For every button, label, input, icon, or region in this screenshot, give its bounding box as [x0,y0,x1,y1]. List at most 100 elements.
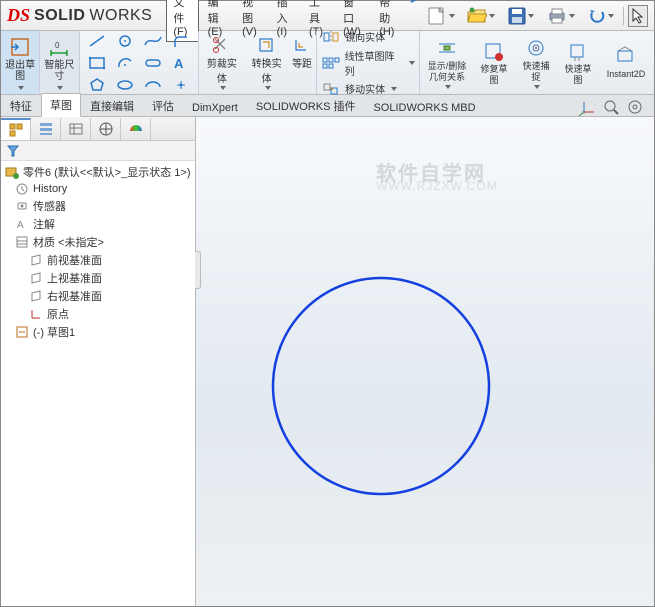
ribbon-pattern[interactable]: 线性草图阵列 [321,48,415,78]
ribbon-instant2d[interactable]: Instant2D [602,33,650,92]
partial-ellipse-icon [143,77,163,93]
tree-root[interactable]: 零件6 (默认<<默认>_显示状态 1>) [5,163,191,181]
plane-icon [29,271,43,285]
tree-history[interactable]: History [5,181,191,197]
view-zoom-icon[interactable] [602,98,620,116]
part-icon [5,165,19,179]
tool-point[interactable] [168,75,194,95]
convert-icon [257,36,277,54]
mirror-icon [321,28,341,46]
rect-icon [87,55,107,71]
ribbon-offset[interactable]: 等距 [292,36,312,90]
smart-dim-icon: 0 [48,36,70,58]
svg-text:0: 0 [55,41,60,50]
ribbon-snap[interactable]: 快速捕捉 [518,33,554,92]
tree-filter[interactable] [1,141,195,161]
graphics-area[interactable]: 软件自学网 WWW.RJZXW.COM [196,117,654,606]
tab-sw-mbd[interactable]: SOLIDWORKS MBD [364,98,484,117]
qat-save[interactable] [503,5,539,27]
tree-annotations[interactable]: A注解 [5,215,191,233]
ribbon-trim[interactable]: 剪裁实体 [203,36,242,90]
quick-access [423,5,654,27]
tab-sketch[interactable]: 草图 [41,93,81,117]
tab-dimxpert[interactable]: DimXpert [183,98,247,117]
sketch-canvas [196,117,655,607]
side-tab-config[interactable] [61,118,91,140]
qat-new[interactable] [423,5,459,27]
tool-spline[interactable] [140,31,166,51]
brand: DS SOLIDWORKS [1,5,158,26]
feature-tree[interactable]: 零件6 (默认<<默认>_显示状态 1>) History 传感器 A注解 材质… [1,161,195,606]
ribbon-exit-sketch[interactable]: 退出草图 [1,31,40,94]
qat-open[interactable] [463,5,499,27]
qat-separator [623,7,624,25]
tool-polygon[interactable] [84,75,110,95]
tree-plane-top[interactable]: 上视基准面 [5,269,191,287]
tree-tab-icon [8,122,24,138]
plane-icon [29,289,43,303]
tool-slot[interactable] [140,53,166,73]
origin-icon [29,307,43,321]
tool-line[interactable] [84,31,110,51]
brand-works: WORKS [89,7,152,25]
ribbon-far-right: 显示/删除几何关系 修复草图 快速捕捉 快速草图 Instant2D [420,31,654,94]
trim-icon [212,36,232,54]
tool-fillet[interactable] [168,31,194,51]
side-tab-props[interactable] [31,118,61,140]
tool-partial-ellipse[interactable] [140,75,166,95]
save-icon [508,7,526,25]
brand-logo-ds: DS [7,5,30,26]
plane-icon [29,253,43,267]
tree-origin[interactable]: 原点 [5,305,191,323]
ribbon: 退出草图 0 智能尺寸 A [1,31,654,95]
tree-plane-right[interactable]: 右视基准面 [5,287,191,305]
tab-features[interactable]: 特征 [1,94,41,117]
tool-text[interactable]: A [168,53,194,73]
ribbon-smart-dim[interactable]: 0 智能尺寸 [40,31,79,94]
print-icon [547,7,567,25]
funnel-icon [7,145,19,157]
ribbon-convert[interactable]: 转换实体 [247,36,286,90]
side-tabs [1,117,195,141]
config-tab-icon [68,121,84,137]
tool-rect[interactable] [84,53,110,73]
tab-direct-edit[interactable]: 直接编辑 [81,94,143,117]
ribbon-mirror[interactable]: 镜向实体 [321,28,415,46]
view-triad-icon[interactable] [578,98,596,116]
side-tab-tree[interactable] [1,118,31,140]
title-bar: DS SOLIDWORKS 文件(F) 编辑(E) 视图(V) 插入(I) 工具… [1,1,654,31]
tool-circle[interactable] [112,31,138,51]
qat-select[interactable] [628,5,648,27]
tool-ellipse[interactable] [112,75,138,95]
qat-undo[interactable] [583,5,619,27]
tool-arc[interactable] [112,53,138,73]
side-tab-appear[interactable] [121,118,151,140]
tree-sensors[interactable]: 传感器 [5,197,191,215]
tab-sw-addins[interactable]: SOLIDWORKS 插件 [247,94,365,117]
open-folder-icon [467,7,487,25]
panel-splitter[interactable] [195,251,201,289]
tab-evaluate[interactable]: 评估 [143,94,183,117]
ribbon-relations[interactable]: 显示/删除几何关系 [424,33,470,92]
tree-plane-front[interactable]: 前视基准面 [5,251,191,269]
repair-icon [483,40,505,62]
app-window: DS SOLIDWORKS 文件(F) 编辑(E) 视图(V) 插入(I) 工具… [0,0,655,607]
sketch-tools: A [80,31,199,94]
line-icon [87,33,107,49]
exit-sketch-icon [9,36,31,58]
arc-icon [115,55,135,71]
tree-sketch1[interactable]: (-) 草图1 [5,323,191,341]
ribbon-repair[interactable]: 修复草图 [476,33,512,92]
props-tab-icon [38,121,54,137]
side-tab-dim[interactable] [91,118,121,140]
command-tabs: 特征 草图 直接编辑 评估 DimXpert SOLIDWORKS 插件 SOL… [1,95,654,117]
tree-material[interactable]: 材质 <未指定> [5,233,191,251]
sketch-node-icon [15,325,29,339]
new-file-icon [427,7,447,25]
material-icon [15,235,29,249]
cursor-icon [632,8,644,24]
brand-solid: SOLID [34,7,85,25]
qat-print[interactable] [543,5,579,27]
ribbon-quick[interactable]: 快速草图 [560,33,596,92]
view-target-icon[interactable] [626,98,644,116]
